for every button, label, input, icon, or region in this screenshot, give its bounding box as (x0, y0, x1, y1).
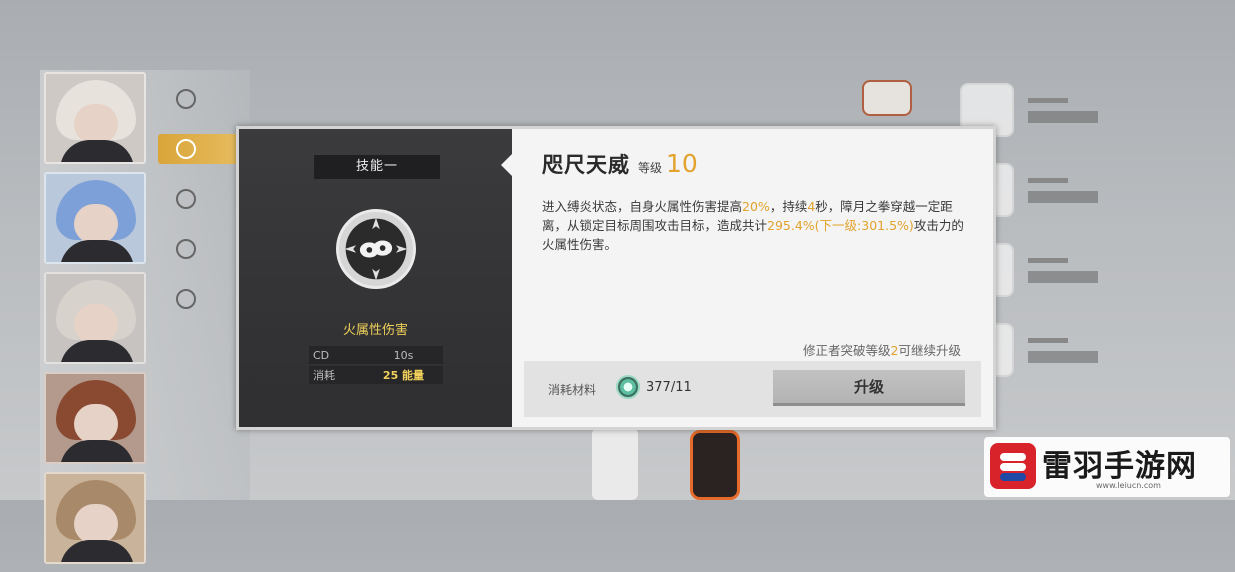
menu-tab[interactable] (158, 84, 248, 114)
desc-text: 进入缚炎状态，自身火属性伤害提高 (542, 199, 743, 214)
background-mech-part (862, 80, 912, 116)
character-portrait[interactable] (44, 272, 146, 364)
desc-text: ，持续 (769, 199, 808, 214)
character-menu-tabs (158, 84, 248, 334)
level-label: 等级 (638, 161, 663, 175)
menu-tab[interactable] (158, 284, 248, 314)
tab-icon (176, 139, 196, 159)
upgrade-button[interactable]: 升级 (773, 370, 965, 406)
upgrade-bar: 消耗材料 377/11 升级 (524, 361, 981, 417)
background-mech-part (690, 430, 740, 500)
tab-icon (176, 189, 196, 209)
background-character-legs (592, 428, 638, 500)
stat-value: 10s (393, 348, 414, 362)
character-portrait[interactable] (44, 372, 146, 464)
stat-key: 消耗 (313, 369, 335, 382)
leiyu-logo-icon (990, 443, 1036, 489)
level-value: 10 (666, 149, 698, 178)
watermark-url: www.leiucn.com (1096, 481, 1161, 490)
skill-detail-dialog: 技能一 火属性伤害 CD 10s 消耗 25 能量 咫尺天威 等级 10 进入缚… (236, 126, 996, 430)
stat-row-cost: 消耗 25 能量 (309, 366, 443, 384)
skill-detail-pane: 咫尺天威 等级 10 进入缚炎状态，自身火属性伤害提高20%，持续4秒，障月之拳… (512, 129, 993, 427)
note-text: 修正者突破等级 (803, 343, 891, 358)
menu-tab[interactable] (158, 184, 248, 214)
character-portrait-list (44, 72, 146, 572)
material-label: 消耗材料 (548, 383, 597, 397)
upgrade-requirement-note: 修正者突破等级2可继续升级 (803, 340, 961, 359)
site-watermark: 雷羽手游网 www.leiucn.com (984, 437, 1230, 497)
tab-icon (176, 239, 196, 259)
desc-highlight: 20% (742, 199, 770, 214)
tab-icon (176, 89, 196, 109)
fist-emblem-icon (336, 209, 416, 289)
tab-icon (176, 289, 196, 309)
stat-key: CD (313, 348, 330, 362)
watermark-brand: 雷羽手游网 (1042, 449, 1197, 484)
character-portrait[interactable] (44, 472, 146, 564)
stat-value: 25 能量 (382, 369, 425, 382)
menu-tab-active[interactable] (158, 134, 248, 164)
crystal-material-icon[interactable] (616, 375, 640, 399)
skill-tab-label[interactable]: 技能一 (314, 155, 440, 179)
skill-title-row: 咫尺天威 等级 10 (542, 149, 698, 179)
stat-row-cd: CD 10s (309, 346, 443, 364)
character-portrait[interactable] (44, 72, 146, 164)
note-text: 可继续升级 (898, 343, 961, 358)
desc-highlight: 295.4%(下一级:301.5%) (767, 218, 914, 233)
skill-overview-pane: 技能一 火属性伤害 CD 10s 消耗 25 能量 (239, 129, 513, 427)
damage-type-label: 火属性伤害 (342, 323, 408, 338)
skill-name: 咫尺天威 (542, 153, 630, 177)
material-count: 377/11 (646, 380, 692, 395)
character-portrait[interactable] (44, 172, 146, 264)
menu-tab[interactable] (158, 234, 248, 264)
skill-description: 进入缚炎状态，自身火属性伤害提高20%，持续4秒，障月之拳穿越一定距离，从锁定目… (542, 197, 972, 254)
